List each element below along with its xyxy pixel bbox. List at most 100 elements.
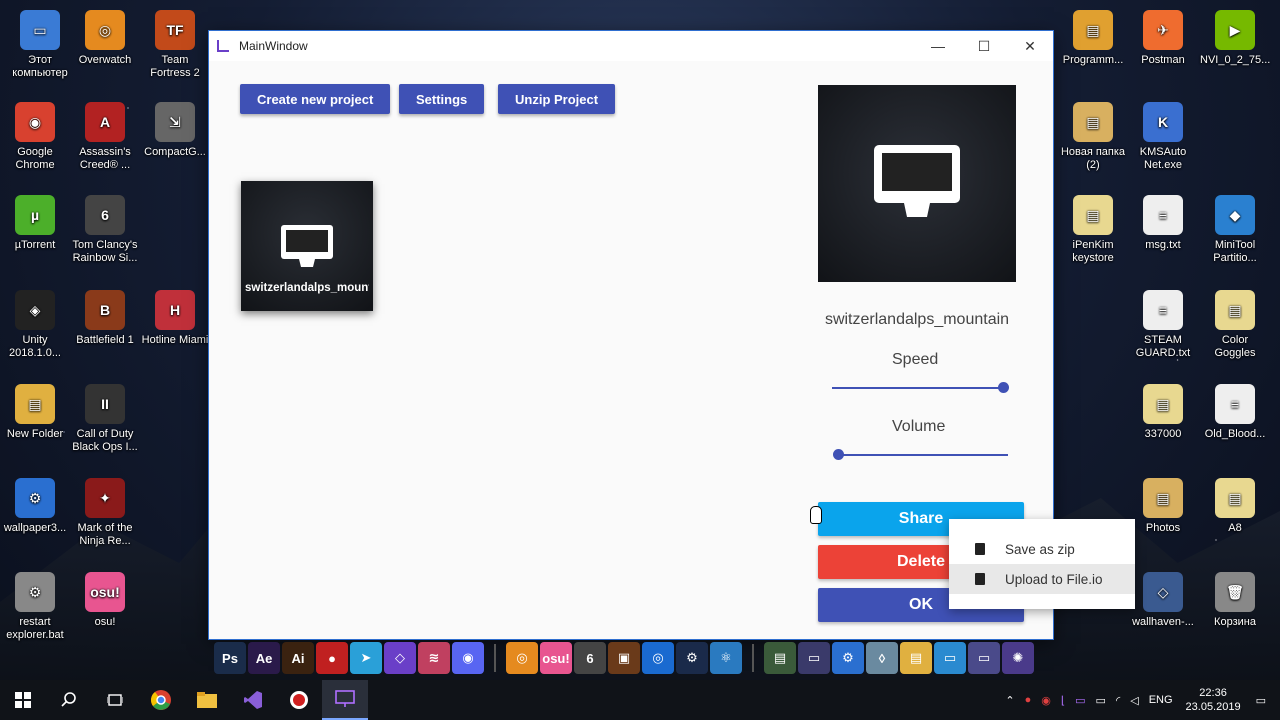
clock[interactable]: 22:36 23.05.2019 <box>1186 686 1241 714</box>
notification-icon[interactable]: ▭ <box>1256 694 1266 707</box>
taskbar: ⌃ ● ◉ ⌊ ▭ ▭ ◜ ◁ ENG 22:36 23.05.2019 ▭ <box>0 680 1280 720</box>
desktop-icon-label: KMSAuto Net.exe <box>1139 146 1187 171</box>
dock-app-icon[interactable]: Ae <box>248 642 280 674</box>
desktop-icon-left-11[interactable]: ▤ New Folder <box>0 384 70 441</box>
dock-app-icon[interactable]: ▤ <box>900 642 932 674</box>
dock-app-icon[interactable]: ⚙ <box>832 642 864 674</box>
chrome-icon[interactable] <box>138 680 184 720</box>
dock-app-icon[interactable]: ▣ <box>608 642 640 674</box>
volume-icon[interactable]: ◁ <box>1130 694 1138 707</box>
desktop-icon-label: Old_Blood... <box>1204 428 1266 440</box>
unzip-project-button[interactable]: Unzip Project <box>498 84 616 114</box>
record-tray-icon[interactable]: ◉ <box>1041 694 1051 707</box>
language-indicator[interactable]: ENG <box>1149 694 1173 706</box>
settings-button[interactable]: Settings <box>399 84 485 114</box>
desktop-icon-left-7[interactable]: 6 Tom Clancy's Rainbow Si... <box>70 195 140 265</box>
monitor-tray-icon[interactable]: ▭ <box>1075 694 1085 707</box>
dock-app-icon[interactable]: ✺ <box>1002 642 1034 674</box>
desktop-icon-label: osu! <box>94 616 116 628</box>
desktop-icon-left-10[interactable]: H Hotline Miami <box>140 290 210 347</box>
desktop-icon-left-13[interactable]: ⚙ wallpaper3... <box>0 478 70 535</box>
desktop-icon-right-5[interactable]: ▤ iPenKim keystore <box>1058 195 1128 265</box>
dock-app-icon[interactable]: ≋ <box>418 642 450 674</box>
mainwindow-icon[interactable] <box>322 680 368 720</box>
recorder-icon[interactable] <box>276 680 322 720</box>
desktop-icon-right-12[interactable]: ▤ Photos <box>1128 478 1198 535</box>
desktop-icon-right-10[interactable]: ▤ 337000 <box>1128 384 1198 441</box>
visual-studio-icon[interactable] <box>230 680 276 720</box>
desktop-icon-left-4[interactable]: A Assassin's Creed® ... <box>70 102 140 172</box>
save-as-zip-menu-item[interactable]: Save as zip <box>949 534 1135 564</box>
desktop-icon-label: 337000 <box>1144 428 1182 440</box>
desktop-icon-right-8[interactable]: ≡ STEAM GUARD.txt <box>1128 290 1198 360</box>
dock-app-icon[interactable]: ➤ <box>350 642 382 674</box>
close-button[interactable]: ✕ <box>1007 31 1053 61</box>
app-icon: ◈ <box>15 290 55 330</box>
desktop-icon-right-15[interactable]: 🗑 Корзина <box>1200 572 1270 629</box>
dock-app-icon[interactable]: ▭ <box>798 642 830 674</box>
dock-app-icon[interactable]: ◉ <box>452 642 484 674</box>
speed-slider-thumb[interactable] <box>997 382 1009 393</box>
desktop-icon-left-2[interactable]: TF Team Fortress 2 <box>140 10 210 80</box>
dock-app-icon[interactable]: ◎ <box>642 642 674 674</box>
maximize-button[interactable]: ☐ <box>961 31 1007 61</box>
desktop-icon-right-13[interactable]: ▤ A8 <box>1200 478 1270 535</box>
desktop-icon-left-5[interactable]: ⇲ CompactG... <box>140 102 210 159</box>
dock-app-icon[interactable]: ◎ <box>506 642 538 674</box>
dock-app-icon[interactable]: ◇ <box>384 642 416 674</box>
desktop-icon-left-9[interactable]: B Battlefield 1 <box>70 290 140 347</box>
dock-app-icon[interactable]: ▭ <box>934 642 966 674</box>
desktop-icon-left-0[interactable]: ▭ Этот компьютер <box>5 10 75 80</box>
desktop-icon-label: Mark of the Ninja Re... <box>77 522 133 547</box>
recorder-tray-icon[interactable]: ● <box>1025 694 1032 706</box>
dock-app-icon[interactable]: Ps <box>214 642 246 674</box>
dock-app-icon[interactable]: ⚙ <box>676 642 708 674</box>
app-tray-icon[interactable]: ⌊ <box>1061 694 1065 707</box>
search-icon[interactable] <box>46 680 92 720</box>
desktop-icon-right-2[interactable]: ▶ NVI_0_2_75... <box>1200 10 1270 67</box>
dock-app-icon[interactable]: ▤ <box>764 642 796 674</box>
desktop-icon-left-12[interactable]: II Call of Duty Black Ops I... <box>70 384 140 454</box>
desktop-icon-right-6[interactable]: ≡ msg.txt <box>1128 195 1198 252</box>
dock-app-icon[interactable]: ◊ <box>866 642 898 674</box>
desktop-icon-left-6[interactable]: µ µTorrent <box>0 195 70 252</box>
explorer-icon[interactable] <box>184 680 230 720</box>
desktop-icon-right-0[interactable]: ▤ Programm... <box>1058 10 1128 67</box>
desktop-icon-right-7[interactable]: ◆ MiniTool Partitio... <box>1200 195 1270 265</box>
desktop-icon-right-4[interactable]: K KMSAuto Net.exe <box>1128 102 1198 172</box>
app-icon: ▤ <box>1073 10 1113 50</box>
monitor-icon <box>281 225 333 267</box>
dock-app-icon[interactable]: osu! <box>540 642 572 674</box>
desktop-icon-left-14[interactable]: ✦ Mark of the Ninja Re... <box>70 478 140 548</box>
dock-app-icon[interactable]: ● <box>316 642 348 674</box>
dock-app-icon[interactable]: Ai <box>282 642 314 674</box>
dock-app-icon[interactable]: ⚛ <box>710 642 742 674</box>
desktop-icon-left-16[interactable]: osu! osu! <box>70 572 140 629</box>
desktop-icon-right-3[interactable]: ▤ Новая папка (2) <box>1058 102 1128 172</box>
chevron-up-icon[interactable]: ⌃ <box>1005 694 1014 707</box>
speed-slider-track[interactable] <box>832 387 1003 389</box>
wifi-icon[interactable]: ◜ <box>1116 694 1120 707</box>
upload-to-fileio-menu-item[interactable]: Upload to File.io <box>949 564 1135 594</box>
desktop-icon-right-9[interactable]: ▤ Color Goggles <box>1200 290 1270 360</box>
desktop-icon-right-1[interactable]: ✈ Postman <box>1128 10 1198 67</box>
task-view-icon[interactable] <box>92 680 138 720</box>
create-project-button[interactable]: Create new project <box>240 84 391 114</box>
desktop-icon-left-1[interactable]: ◎ Overwatch <box>70 10 140 67</box>
desktop-icon-label: Tom Clancy's Rainbow Si... <box>72 239 138 264</box>
volume-slider-track[interactable] <box>838 454 1008 456</box>
desktop-icon-right-14[interactable]: ◇ wallhaven-... <box>1128 572 1198 629</box>
desktop-icon-left-3[interactable]: ◉ Google Chrome <box>0 102 70 172</box>
system-tray: ⌃ ● ◉ ⌊ ▭ ▭ ◜ ◁ ENG 22:36 23.05.2019 ▭ <box>1000 680 1280 720</box>
minimize-button[interactable]: — <box>915 31 961 61</box>
title-bar[interactable]: MainWindow — ☐ ✕ <box>209 31 1053 61</box>
dock-app-icon[interactable]: 6 <box>574 642 606 674</box>
desktop-icon-right-11[interactable]: ≡ Old_Blood... <box>1200 384 1270 441</box>
windows-start-icon[interactable] <box>0 680 46 720</box>
dock-app-icon[interactable]: ▭ <box>968 642 1000 674</box>
project-thumbnail[interactable]: switzerlandalps_mountain <box>241 181 373 311</box>
battery-icon[interactable]: ▭ <box>1096 694 1106 707</box>
desktop-icon-left-15[interactable]: ⚙ restart explorer.bat <box>0 572 70 642</box>
desktop-icon-left-8[interactable]: ◈ Unity 2018.1.0... <box>0 290 70 360</box>
volume-slider-thumb[interactable] <box>832 449 844 460</box>
